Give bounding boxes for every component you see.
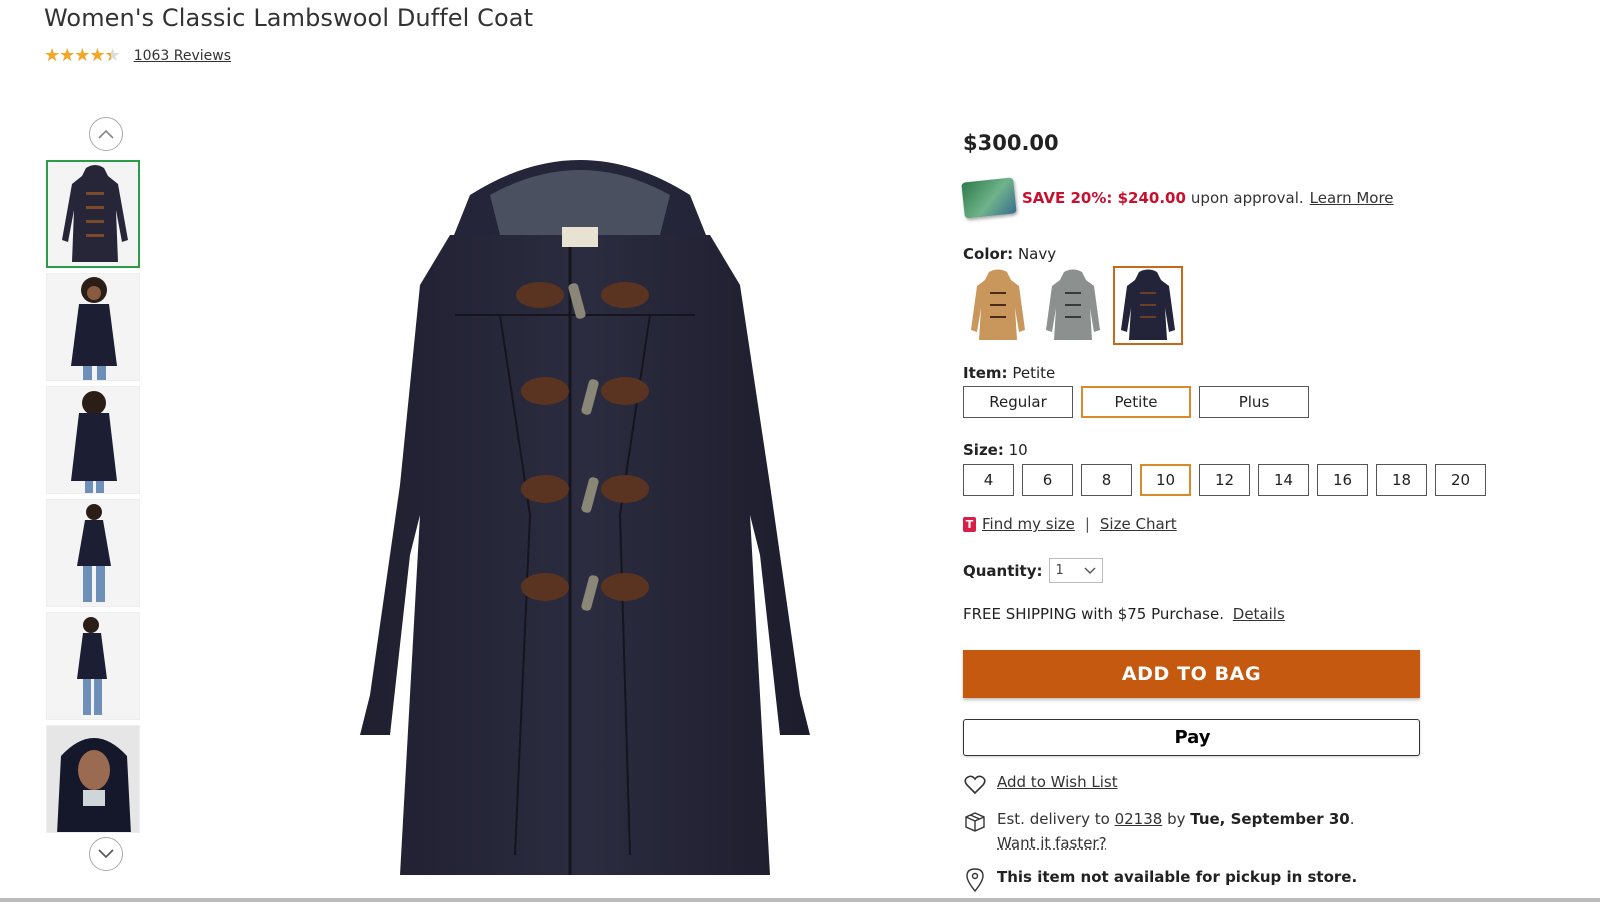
size-chart-link[interactable]: Size Chart [1100,515,1177,533]
product-title: Women's Classic Lambswool Duffel Coat [44,4,534,32]
quantity-select[interactable]: 1 [1048,558,1103,583]
item-options: Regular Petite Plus [963,386,1309,418]
color-swatches [963,266,1183,345]
card-promo: SAVE 20%: $240.00 upon approval. Learn M… [961,177,1394,219]
rating-row: ★★★★★★★★★★ 1063 Reviews [44,46,231,66]
shipping-text: FREE SHIPPING with $75 Purchase. [963,605,1224,623]
chevron-up-icon [98,129,114,139]
delivery-text-block: Est. delivery to 02138 by Tue, September… [997,810,1354,852]
size-label-row: Size: 10 [963,441,1028,459]
swatch-navy[interactable] [1113,266,1183,345]
want-it-faster-link[interactable]: Want it faster? [997,834,1107,852]
thumbnail-3[interactable] [46,386,140,494]
thumbnail-1[interactable] [46,160,140,268]
save-text: SAVE 20%: $240.00 [1022,189,1186,207]
heart-icon [963,773,987,797]
credit-card-icon [961,177,1017,219]
thumbnail-6[interactable] [46,725,140,833]
item-option-plus[interactable]: Plus [1199,386,1309,418]
quantity-label: Quantity: [963,561,1043,580]
chevron-down-icon [98,849,114,859]
size-option-8[interactable]: 8 [1081,464,1132,496]
swatch-camel[interactable] [963,266,1033,345]
size-option-4[interactable]: 4 [963,464,1014,496]
main-product-image[interactable] [300,135,845,895]
item-option-petite[interactable]: Petite [1081,386,1191,418]
location-pin-icon [963,868,987,892]
size-option-6[interactable]: 6 [1022,464,1073,496]
color-label-row: Color: Navy [963,245,1056,263]
size-options: 4 6 8 10 12 14 16 18 20 [963,464,1486,496]
thumbnail-down-button[interactable] [89,837,123,871]
apple-pay-label: Pay [1174,727,1211,748]
size-label: Size: [963,441,1004,459]
add-to-wish-list-link[interactable]: Add to Wish List [997,773,1118,791]
size-option-18[interactable]: 18 [1376,464,1427,496]
item-label-row: Item: Petite [963,364,1055,382]
quantity-value: 1 [1055,563,1064,578]
delivery-zip-link[interactable]: 02138 [1115,810,1163,828]
reviews-link[interactable]: 1063 Reviews [134,48,231,64]
find-my-size-link[interactable]: Find my size [982,515,1075,533]
item-option-regular[interactable]: Regular [963,386,1073,418]
thumbnail-2[interactable] [46,273,140,381]
shipping-details-link[interactable]: Details [1233,605,1285,623]
learn-more-link[interactable]: Learn More [1310,189,1394,207]
pickup-row: This item not available for pickup in st… [963,868,1357,892]
delivery-date: Tue, September 30 [1190,810,1350,828]
pickup-text: This item not available for pickup in st… [997,868,1358,886]
delivery-by: by [1167,810,1186,828]
add-to-bag-button[interactable]: ADD TO BAG [963,650,1420,698]
approval-text: upon approval. [1190,189,1304,207]
separator: | [1084,515,1090,533]
swatch-gray[interactable] [1038,266,1108,345]
chevron-down-icon [1084,567,1095,574]
delivery-row: Est. delivery to 02138 by Tue, September… [963,810,1354,852]
selected-size: 10 [1008,441,1028,459]
thumbnail-list [46,160,140,838]
thumbnail-5[interactable] [46,612,140,720]
size-option-16[interactable]: 16 [1317,464,1368,496]
thumbnail-4[interactable] [46,499,140,607]
shipping-info: FREE SHIPPING with $75 Purchase. Details [963,605,1285,623]
thumbnail-up-button[interactable] [89,117,123,151]
color-label: Color: [963,245,1014,263]
package-icon [963,810,987,834]
selected-color: Navy [1017,245,1057,263]
item-label: Item: [963,364,1008,382]
delivery-prefix: Est. delivery to [997,810,1110,828]
size-help-row: T Find my size | Size Chart [963,515,1177,533]
quantity-row: Quantity: 1 [963,558,1103,583]
delivery-period: . [1349,810,1355,828]
size-option-10[interactable]: 10 [1140,464,1191,496]
star-rating-fill: ★★★★★ [44,46,111,66]
page-bottom-scrollbar [0,898,1600,902]
apple-pay-button[interactable]: Pay [963,719,1420,756]
size-option-12[interactable]: 12 [1199,464,1250,496]
size-option-20[interactable]: 20 [1435,464,1486,496]
wish-list-row: Add to Wish List [963,773,1118,797]
true-fit-icon: T [963,516,976,532]
price: $300.00 [963,131,1059,155]
star-rating: ★★★★★★★★★★ [44,45,121,66]
selected-item: Petite [1012,364,1056,382]
size-option-14[interactable]: 14 [1258,464,1309,496]
